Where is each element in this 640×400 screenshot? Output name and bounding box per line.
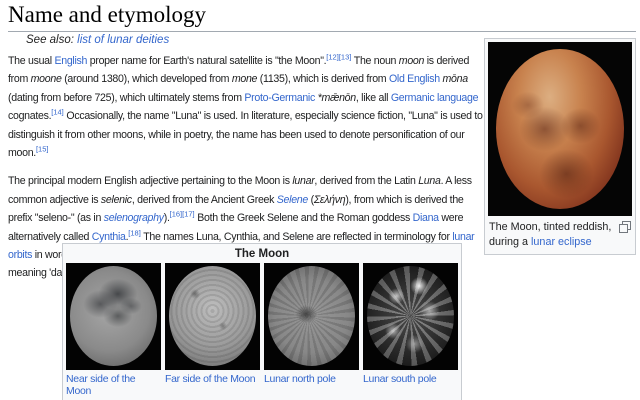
text-span: , derived from the Latin	[314, 175, 418, 187]
eclipse-thumbnail-box: The Moon, tinted reddish, during a lunar…	[484, 38, 636, 255]
reference-sup: [16]	[170, 210, 183, 219]
reference-link[interactable]: [12]	[326, 52, 339, 61]
far-side-link[interactable]: Far side of the Moon	[165, 373, 255, 385]
red-moon-disc	[496, 49, 624, 209]
text-span: lunar	[292, 175, 314, 187]
text-link[interactable]: English	[54, 55, 87, 67]
text-span: Luna	[418, 175, 440, 187]
text-span: The usual	[8, 55, 54, 67]
text-link[interactable]: Old English	[389, 73, 440, 85]
text-link[interactable]: selenography	[104, 212, 164, 224]
text-span: (dating from before 725), which ultimate…	[8, 92, 244, 104]
south-pole-image[interactable]	[363, 263, 458, 370]
moon-gallery-item: Near side of the Moon	[66, 263, 161, 397]
text-span: moon	[399, 55, 424, 67]
near-side-image[interactable]	[66, 263, 161, 370]
text-span: mōna	[442, 73, 467, 85]
eclipse-moon-image[interactable]	[488, 42, 632, 216]
moon-gallery-title: The Moon	[66, 247, 458, 263]
text-link[interactable]: Cynthia	[92, 231, 126, 243]
text-span: Occasionally, the name "Luna" is used. I…	[8, 110, 483, 159]
text-link[interactable]: list of lunar deities	[77, 34, 169, 46]
text-span: The noun	[351, 55, 398, 67]
text-span: Σελήνη	[314, 194, 345, 206]
paragraph-etymology: The usual English proper name for Earth'…	[8, 52, 484, 162]
reference-link[interactable]: [17]	[182, 210, 195, 219]
south-pole-moon-disc	[367, 266, 454, 366]
reference-link[interactable]: [16]	[170, 210, 183, 219]
text-link[interactable]: lunar eclipse	[531, 236, 592, 248]
text-span: Both the Greek Selene and the Roman godd…	[195, 212, 413, 224]
reference-sup: [15]	[36, 145, 49, 154]
text-span: The principal modern English adjective p…	[8, 175, 292, 187]
wikipedia-article-section: Name and etymology See also: list of lun…	[0, 0, 640, 400]
text-span: proper name for Earth's natural satellit…	[87, 55, 326, 67]
near-side-moon-disc	[70, 266, 157, 366]
text-span: , derived from the Ancient Greek	[132, 194, 277, 206]
text-link[interactable]: Diana	[413, 212, 439, 224]
text-link[interactable]: Proto-Germanic	[244, 92, 315, 104]
magnify-icon[interactable]	[619, 221, 631, 238]
text-span: , like all	[356, 92, 391, 104]
text-span: (1135), which is derived from	[257, 73, 389, 85]
section-heading: Name and etymology	[8, 2, 636, 32]
reference-sup: [18]	[128, 228, 141, 237]
reference-sup: [12]	[326, 52, 339, 61]
reference-sup: [17]	[182, 210, 195, 219]
moon-gallery-item: Lunar south pole	[363, 263, 458, 397]
far-side-moon-disc	[169, 266, 256, 366]
reference-link[interactable]: [18]	[128, 228, 141, 237]
text-link[interactable]: Selene	[277, 194, 308, 206]
text-span: The names Luna, Cynthia, and Selene are …	[141, 231, 453, 243]
reference-link[interactable]: [15]	[36, 145, 49, 154]
reference-link[interactable]: [13]	[339, 52, 352, 61]
near-side-link[interactable]: Near side of the Moon	[66, 373, 135, 397]
reference-sup: [14]	[51, 108, 64, 117]
thumbnail-caption-text: The Moon, tinted reddish, during a lunar…	[489, 221, 611, 248]
text-span: mone	[232, 73, 257, 85]
moon-gallery-item: Far side of the Moon	[165, 263, 260, 397]
moon-gallery-item: Lunar north pole	[264, 263, 359, 397]
thumbnail-caption: The Moon, tinted reddish, during a lunar…	[488, 216, 632, 251]
see-also-hatnote: See also: list of lunar deities	[26, 34, 466, 46]
north-pole-link[interactable]: Lunar north pole	[264, 373, 336, 385]
text-link[interactable]: Germanic language	[391, 92, 478, 104]
north-pole-moon-disc	[268, 266, 355, 366]
text-span: *mǣnōn	[318, 92, 356, 104]
text-span: cognates.	[8, 110, 51, 122]
text-span: See also:	[26, 34, 77, 46]
text-span: (around 1380), which developed from	[62, 73, 232, 85]
text-span: selenic	[101, 194, 132, 206]
reference-sup: [13]	[339, 52, 352, 61]
far-side-image[interactable]	[165, 263, 260, 370]
south-pole-link[interactable]: Lunar south pole	[363, 373, 436, 385]
reference-link[interactable]: [14]	[51, 108, 64, 117]
north-pole-image[interactable]	[264, 263, 359, 370]
moon-gallery-box: The Moon Near side of the Moon Far side …	[62, 243, 462, 400]
text-span: moone	[31, 73, 62, 85]
moon-gallery-row: Near side of the Moon Far side of the Mo…	[66, 263, 458, 397]
